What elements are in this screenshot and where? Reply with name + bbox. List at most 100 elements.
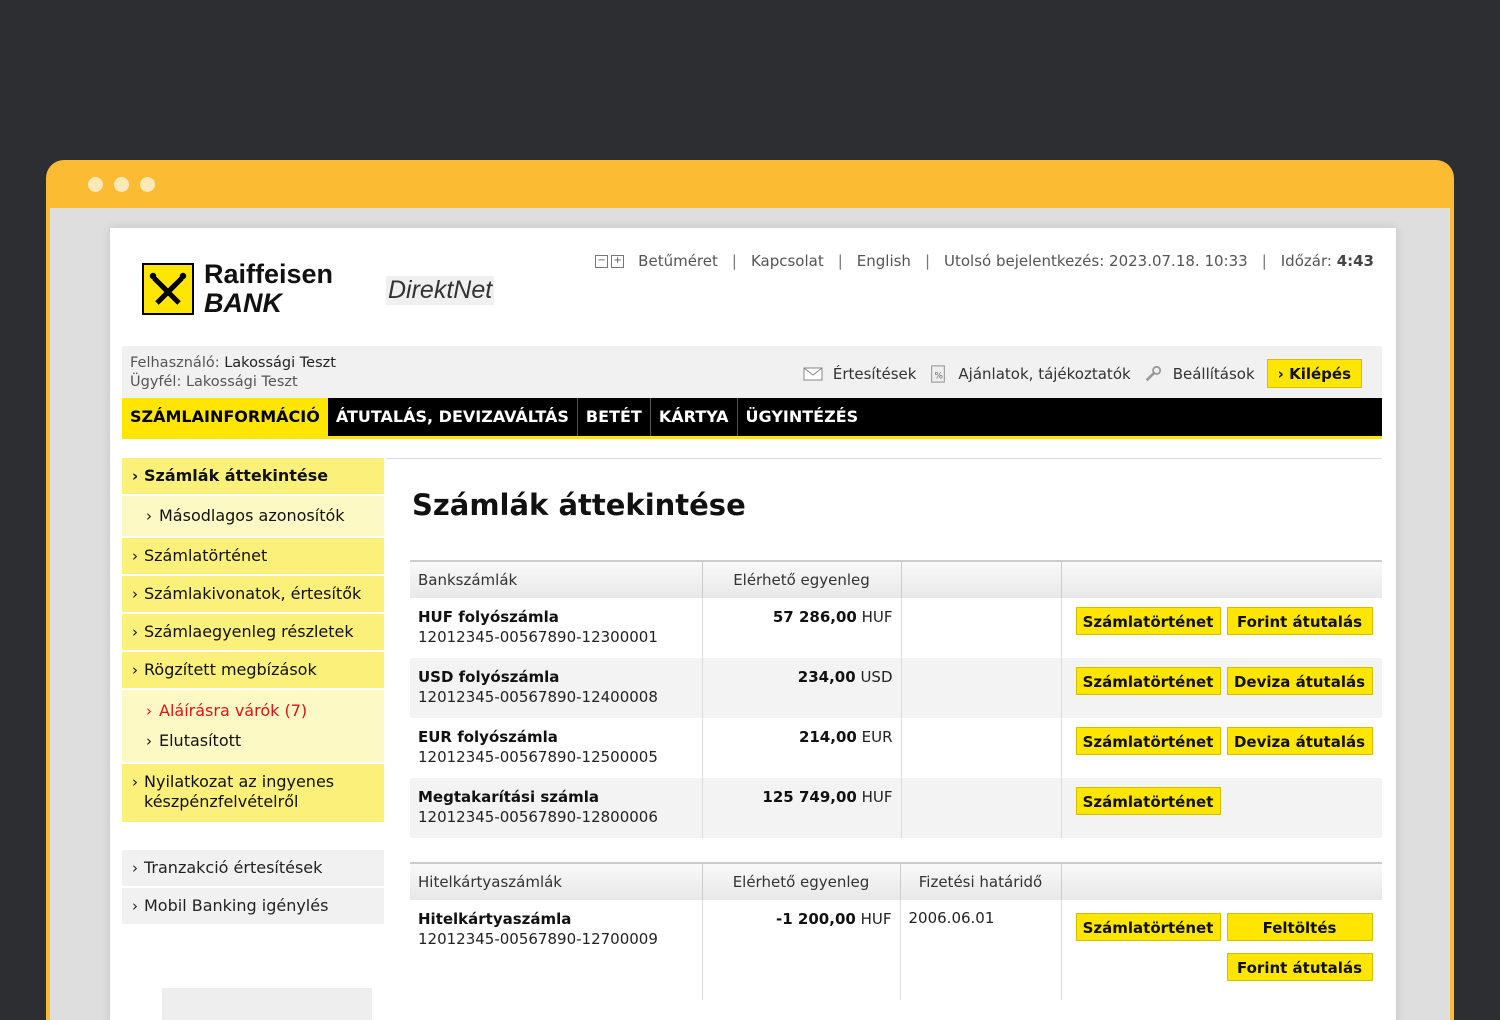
window-controls [88, 177, 155, 192]
offers-link[interactable]: % Ajánlatok, tájékoztatók [928, 364, 1131, 383]
account-currency: HUF [861, 788, 893, 806]
table-row: USD folyószámla 12012345-00567890-1240000… [410, 658, 1382, 718]
minimize-dot[interactable] [114, 177, 129, 192]
credit-card-table: Hitelkártyaszámlák Elérhető egyenleg Fiz… [410, 862, 1382, 1000]
user-name: Lakossági Teszt [224, 355, 336, 371]
foreign-transfer-button[interactable]: Deviza átutalás [1226, 667, 1373, 695]
account-balance: 57 286,00 [772, 608, 857, 626]
account-name[interactable]: USD folyószámla [418, 667, 694, 687]
raiffeisen-logo[interactable]: Raiffeisen BANK [142, 260, 333, 318]
history-button[interactable]: Számlatörténet [1075, 607, 1221, 635]
top-links: − + Betűméret | Kapcsolat | English | Ut… [595, 252, 1374, 270]
sidebar-item-awaiting-signature[interactable]: Aláírásra várók (7) [122, 696, 384, 726]
direktnet-label: DirektNet [386, 276, 495, 305]
session-timer-value: 4:43 [1336, 252, 1374, 270]
main-nav: SZÁMLAINFORMÁCIÓ ÁTUTALÁS, DEVIZAVÁLTÁS … [122, 398, 1382, 439]
sidebar-item-overview[interactable]: Számlák áttekintése [122, 458, 384, 496]
nav-transfer[interactable]: ÁTUTALÁS, DEVIZAVÁLTÁS [328, 398, 578, 436]
last-login: Utolsó bejelentkezés: 2023.07.18. 10:33 [944, 252, 1248, 270]
table-row: EUR folyószámla 12012345-00567890-1250000… [410, 718, 1382, 778]
history-button[interactable]: Számlatörténet [1075, 913, 1221, 941]
topup-button[interactable]: Feltöltés [1226, 913, 1373, 941]
language-link[interactable]: English [857, 252, 911, 270]
sidebar-item-rejected[interactable]: Elutasított [122, 726, 384, 756]
account-number: 12012345-00567890-12500005 [418, 748, 658, 766]
separator: | [1261, 252, 1267, 270]
account-number: 12012345-00567890-12800006 [418, 808, 658, 826]
foreign-transfer-button[interactable]: Deviza átutalás [1226, 727, 1373, 755]
sidebar-item-mobile-banking[interactable]: Mobil Banking igénylés [122, 888, 384, 926]
notifications-link[interactable]: Értesítések [803, 364, 917, 383]
account-balance: -1 200,00 [776, 910, 856, 928]
separator: | [731, 252, 737, 270]
notifications-label: Értesítések [832, 364, 917, 383]
logo-wordmark: Raiffeisen BANK [204, 260, 333, 318]
sidebar-tail [162, 988, 372, 1020]
envelope-icon [803, 367, 823, 380]
nav-deposit[interactable]: BETÉT [578, 398, 651, 436]
col-header-balance: Elérhető egyenleg [702, 560, 902, 598]
session-timer-label: Időzár: [1280, 252, 1332, 270]
font-decrease-icon[interactable]: − [595, 254, 609, 268]
account-name[interactable]: Hitelkártyaszámla [418, 909, 694, 929]
logout-label: Kilépés [1289, 365, 1351, 383]
history-button[interactable]: Számlatörténet [1075, 667, 1221, 695]
browser-viewport: Raiffeisen BANK DirektNet − + Betűméret … [50, 208, 1450, 1020]
user-actions: Értesítések % Ajánlatok, tájékoztatók Be… [791, 359, 1362, 388]
client-name: Lakossági Teszt [185, 374, 298, 390]
nav-card[interactable]: KÁRTYA [651, 398, 738, 436]
account-currency: HUF [861, 608, 893, 626]
sidebar-item-history[interactable]: Számlatörténet [122, 538, 384, 576]
col-header-actions [1061, 862, 1382, 900]
nav-account-info[interactable]: SZÁMLAINFORMÁCIÓ [122, 398, 328, 436]
table-row: Megtakarítási számla 12012345-00567890-12… [410, 778, 1382, 838]
free-cash-line1: Nyilatkozat az ingyenes [144, 772, 335, 791]
sidebar-item-transaction-notifications[interactable]: Tranzakció értesítések [122, 850, 384, 888]
table-row: Hitelkártyaszámla 12012345-00567890-12700… [410, 900, 1382, 1000]
account-name[interactable]: Megtakarítási számla [418, 787, 694, 807]
contact-link[interactable]: Kapcsolat [751, 252, 824, 270]
col-header-due-date: Fizetési határidő [900, 862, 1062, 900]
account-number: 12012345-00567890-12700009 [418, 930, 658, 948]
document-percent-icon: % [931, 364, 946, 383]
font-size-link[interactable]: Betűméret [638, 252, 718, 270]
logo-line2: BANK [204, 288, 282, 318]
table-row: HUF folyószámla 12012345-00567890-1230000… [410, 598, 1382, 658]
sidebar-item-free-cash-declaration[interactable]: Nyilatkozat az ingyenes készpénzfelvétel… [122, 764, 384, 824]
logout-button[interactable]: › Kilépés [1266, 359, 1362, 388]
page-title: Számlák áttekintése [412, 488, 746, 522]
chevron-right-icon: › [1277, 365, 1284, 383]
account-currency: EUR [861, 728, 893, 746]
account-name[interactable]: HUF folyószámla [418, 607, 694, 627]
user-bar: Felhasználó: Lakossági Teszt Ügyfél: Lak… [122, 346, 1382, 398]
sidebar: Számlák áttekintése Másodlagos azonosító… [122, 458, 384, 926]
history-button[interactable]: Számlatörténet [1075, 787, 1221, 815]
bank-page: Raiffeisen BANK DirektNet − + Betűméret … [110, 228, 1396, 1020]
nav-administration[interactable]: ÜGYINTÉZÉS [738, 398, 867, 436]
font-size-controls: − + [595, 254, 625, 268]
col-header-accounts: Bankszámlák [410, 560, 703, 598]
forint-transfer-button[interactable]: Forint átutalás [1226, 607, 1373, 635]
account-currency: USD [860, 668, 893, 686]
separator: | [924, 252, 931, 270]
account-name[interactable]: EUR folyószámla [418, 727, 694, 747]
wrench-icon [1145, 365, 1161, 381]
sidebar-subgroup-orders: Aláírásra várók (7) Elutasított [122, 690, 384, 764]
account-number: 12012345-00567890-12400008 [418, 688, 658, 706]
sidebar-item-fixed-orders[interactable]: Rögzített megbízások [122, 652, 384, 690]
sidebar-item-balance-details[interactable]: Számlaegyenleg részletek [122, 614, 384, 652]
close-dot[interactable] [88, 177, 103, 192]
raiffeisen-logo-icon [142, 263, 194, 315]
settings-link[interactable]: Beállítások [1143, 365, 1255, 383]
forint-transfer-button[interactable]: Forint átutalás [1226, 953, 1373, 981]
font-increase-icon[interactable]: + [611, 254, 625, 268]
account-balance: 125 749,00 [762, 788, 857, 806]
history-button[interactable]: Számlatörténet [1075, 727, 1221, 755]
user-info: Felhasználó: Lakossági Teszt Ügyfél: Lak… [130, 354, 336, 392]
sidebar-item-statements[interactable]: Számlakivonatok, értesítők [122, 576, 384, 614]
free-cash-line2: készpénzfelvételről [144, 792, 299, 811]
maximize-dot[interactable] [140, 177, 155, 192]
sidebar-item-secondary-ids[interactable]: Másodlagos azonosítók [122, 496, 384, 538]
divider [386, 458, 1382, 459]
bank-accounts-table: Bankszámlák Elérhető egyenleg HUF folyós… [410, 560, 1382, 838]
